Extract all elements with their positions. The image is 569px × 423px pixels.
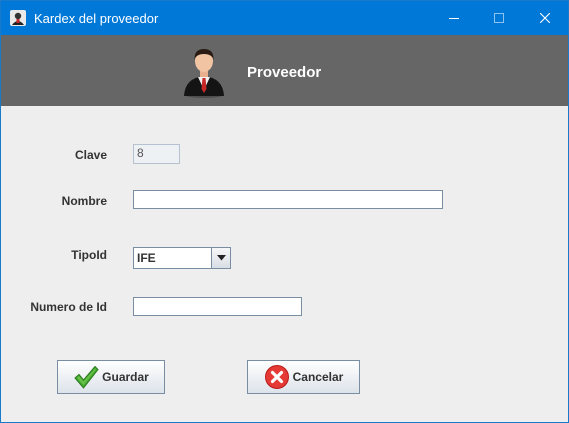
window-title: Kardex del proveedor <box>34 11 159 26</box>
checkmark-icon <box>74 365 99 389</box>
header-banner: Proveedor <box>1 35 568 106</box>
banner-title: Proveedor <box>247 64 322 81</box>
nombre-label: Nombre <box>61 194 107 208</box>
cancel-button-label: Cancelar <box>292 370 344 384</box>
minimize-icon <box>449 18 459 19</box>
numero-id-input[interactable] <box>133 297 302 316</box>
maximize-icon <box>494 13 504 23</box>
numero-id-label: Numero de Id <box>30 300 107 314</box>
minimize-button[interactable] <box>431 1 477 35</box>
app-window: Kardex del proveedor Proveedor Clave 8 N… <box>0 0 569 423</box>
businessman-avatar-icon <box>184 49 224 98</box>
close-button[interactable] <box>522 1 568 35</box>
cancel-x-icon <box>264 365 289 389</box>
save-button-label: Guardar <box>102 370 149 384</box>
tipoid-label: TipoId <box>71 248 107 262</box>
java-app-icon <box>10 10 26 26</box>
tipoid-dropdown-button[interactable] <box>211 248 230 268</box>
close-icon <box>540 13 550 23</box>
tipoid-selected-value: IFE <box>137 251 156 265</box>
maximize-button[interactable] <box>476 1 522 35</box>
cancel-button[interactable]: Cancelar <box>247 360 360 394</box>
nombre-input[interactable] <box>133 190 443 209</box>
chevron-down-icon <box>216 255 226 261</box>
clave-field[interactable]: 8 <box>133 144 180 164</box>
save-button[interactable]: Guardar <box>57 360 165 394</box>
tipoid-select[interactable]: IFE <box>133 247 231 269</box>
clave-label: Clave <box>74 148 107 162</box>
title-bar[interactable]: Kardex del proveedor <box>1 1 568 35</box>
